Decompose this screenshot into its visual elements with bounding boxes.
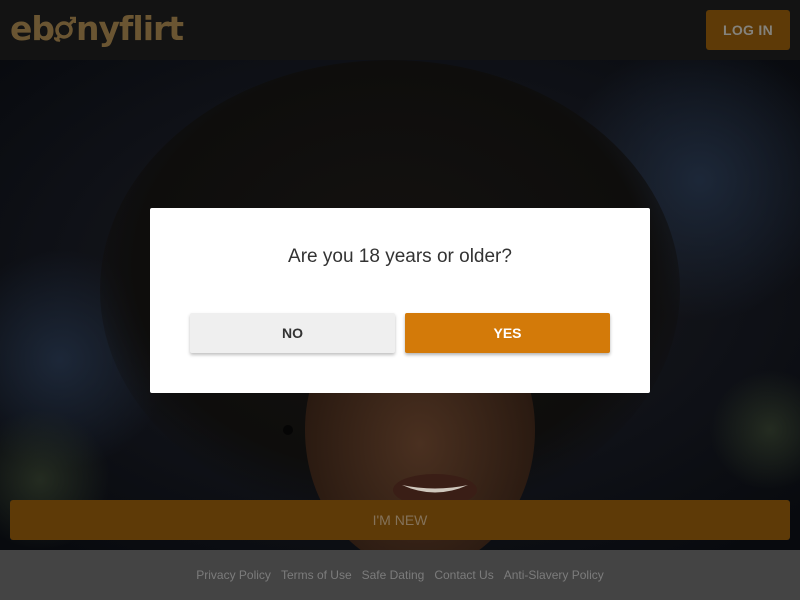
yes-button[interactable]: YES: [405, 313, 610, 353]
im-new-button[interactable]: I'M NEW: [10, 500, 790, 540]
logo-text-start: eb: [10, 8, 55, 48]
footer-link-contact-us[interactable]: Contact Us: [434, 568, 493, 582]
footer-link-anti-slavery-policy[interactable]: Anti-Slavery Policy: [504, 568, 604, 582]
site-logo[interactable]: eb nyflirt: [10, 8, 184, 48]
logo-text-end: nyflirt: [76, 8, 184, 48]
site-header: eb nyflirt LOG IN: [0, 0, 800, 60]
age-question: Are you 18 years or older?: [288, 246, 512, 267]
footer: Privacy Policy Terms of Use Safe Dating …: [0, 550, 800, 600]
no-button[interactable]: NO: [190, 313, 395, 353]
footer-link-terms-of-use[interactable]: Terms of Use: [281, 568, 352, 582]
login-button[interactable]: LOG IN: [706, 10, 790, 50]
footer-link-safe-dating[interactable]: Safe Dating: [362, 568, 425, 582]
footer-link-privacy-policy[interactable]: Privacy Policy: [196, 568, 271, 582]
age-verification-dialog: Are you 18 years or older? NO YES: [150, 208, 650, 393]
gender-symbol-icon: [53, 8, 77, 48]
